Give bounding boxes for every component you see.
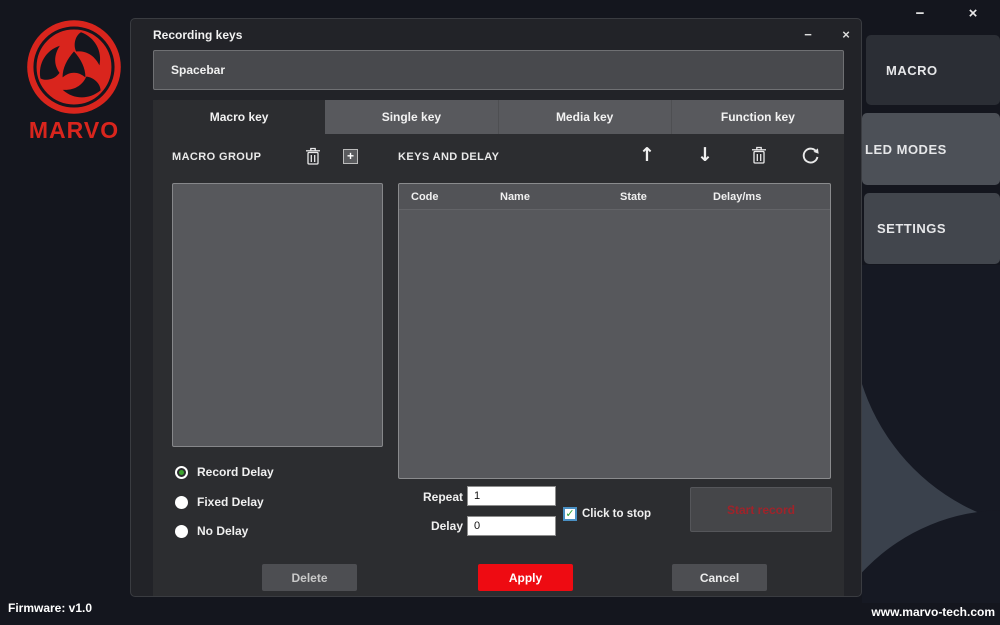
tab-function-key[interactable]: Function key (671, 100, 844, 134)
move-down-button[interactable]: ↓ (694, 143, 716, 167)
repeat-label: Repeat (422, 490, 463, 504)
radio-record-delay-label: Record Delay (197, 465, 274, 479)
radio-no-delay-label: No Delay (197, 524, 249, 538)
radio-fixed-delay-label: Fixed Delay (197, 495, 264, 509)
keys-delay-table[interactable]: Code Name State Delay/ms (398, 183, 831, 479)
firmware-version-text: Firmware: v1.0 (8, 601, 93, 615)
brand-area: MARVO (18, 18, 130, 144)
window-close-button[interactable]: × (958, 2, 988, 24)
delay-input[interactable] (467, 516, 556, 536)
radio-record-delay[interactable]: Record Delay (175, 465, 274, 479)
marvo-logo-icon (27, 20, 121, 114)
sidebar-item-macro[interactable]: MACRO (866, 35, 1000, 105)
delay-label: Delay (430, 519, 463, 533)
reset-button[interactable] (799, 144, 821, 166)
checkbox-checked-icon: ✓ (563, 507, 577, 521)
dialog-title: Recording keys (153, 28, 243, 42)
background-decoration (862, 265, 1000, 603)
tab-single-key[interactable]: Single key (325, 100, 499, 134)
radio-selected-icon (175, 465, 188, 479)
column-name: Name (500, 191, 530, 203)
dialog-minimize-button[interactable]: − (795, 24, 821, 44)
key-name-field[interactable]: Spacebar (153, 50, 844, 90)
column-delay-ms: Delay/ms (713, 191, 762, 203)
up-arrow-icon: ↑ (639, 144, 655, 166)
delete-macro-group-button[interactable] (303, 145, 323, 167)
dialog-tab-bar: Macro key Single key Media key Function … (153, 100, 844, 134)
key-name-value: Spacebar (171, 63, 226, 77)
decor-circle (862, 510, 1000, 603)
column-state: State (620, 191, 647, 203)
tab-macro-key[interactable]: Macro key (153, 100, 326, 134)
dialog-close-button[interactable]: × (833, 24, 859, 44)
down-arrow-icon: ↓ (697, 144, 713, 166)
website-text: www.marvo-tech.com (871, 605, 995, 619)
trash-icon (306, 147, 320, 165)
keys-and-delay-label: KEYS AND DELAY (398, 151, 500, 163)
plus-icon: + (346, 149, 354, 163)
radio-no-delay[interactable]: No Delay (175, 524, 248, 538)
tab-media-key[interactable]: Media key (498, 100, 672, 134)
trash-icon (752, 146, 766, 164)
click-to-stop-label: Click to stop (582, 508, 652, 520)
app-window: − × MARVO MACRO LED MODES SETTINGS Firmw… (0, 0, 1000, 625)
radio-fixed-delay[interactable]: Fixed Delay (175, 495, 264, 509)
delete-button[interactable]: Delete (262, 564, 357, 591)
refresh-icon (802, 147, 819, 163)
check-icon: ✓ (565, 507, 575, 520)
delete-key-button[interactable] (749, 144, 769, 166)
window-minimize-button[interactable]: − (905, 2, 935, 24)
radio-unselected-icon (175, 524, 188, 538)
repeat-input[interactable] (467, 486, 556, 506)
move-up-button[interactable]: ↑ (636, 143, 658, 167)
macro-group-label: MACRO GROUP (172, 151, 262, 163)
add-macro-group-button[interactable]: + (343, 149, 358, 164)
macro-group-list[interactable] (172, 183, 383, 447)
brand-wordmark: MARVO (28, 117, 120, 143)
radio-unselected-icon (175, 495, 188, 509)
apply-button[interactable]: Apply (478, 564, 573, 591)
sidebar-item-led-modes[interactable]: LED MODES (862, 113, 1000, 185)
keys-table-header: Code Name State Delay/ms (399, 184, 830, 210)
start-record-button[interactable]: Start record (690, 487, 832, 532)
cancel-button[interactable]: Cancel (672, 564, 767, 591)
decor-circle (862, 265, 1000, 530)
click-to-stop-checkbox-row[interactable]: ✓ Click to stop (563, 507, 651, 521)
column-code: Code (411, 191, 439, 203)
sidebar-item-settings[interactable]: SETTINGS (864, 193, 1000, 264)
dialog-content: MACRO GROUP + Record Delay Fixed Delay N… (153, 134, 844, 596)
recording-keys-dialog: Recording keys − × Spacebar Macro key Si… (130, 18, 862, 597)
